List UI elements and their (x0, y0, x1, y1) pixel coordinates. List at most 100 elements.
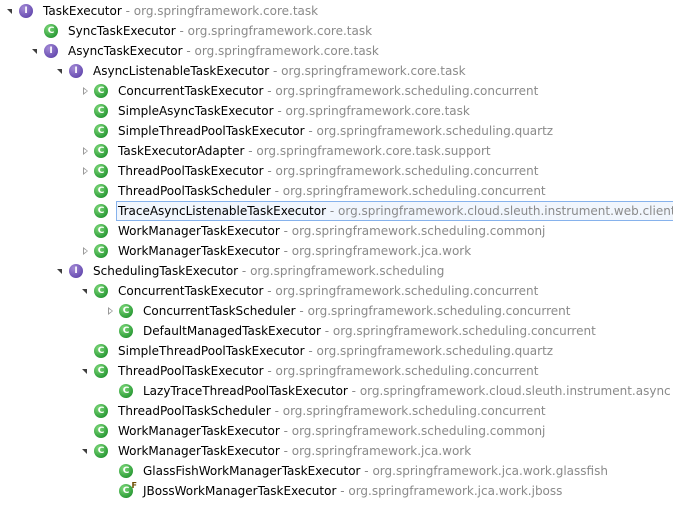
type-name: ThreadPoolTaskScheduler (118, 404, 271, 418)
tree-item-label[interactable]: SyncTaskExecutor - org.springframework.c… (66, 22, 374, 40)
tree-item-label[interactable]: TaskExecutor - org.springframework.core.… (41, 2, 320, 20)
tree-item-label[interactable]: SimpleThreadPoolTaskExecutor - org.sprin… (116, 122, 555, 140)
tree-item-label[interactable]: SimpleThreadPoolTaskExecutor - org.sprin… (116, 342, 555, 360)
package-name: org.springframework.scheduling (250, 264, 445, 278)
tree-row[interactable]: C TraceAsyncListenableTaskExecutor - org.… (0, 201, 673, 221)
class-icon: C (94, 124, 108, 138)
tree-row[interactable]: I SchedulingTaskExecutor - org.springfram… (0, 261, 673, 281)
interface-icon: I (19, 4, 33, 18)
tree-row[interactable]: I AsyncListenableTaskExecutor - org.sprin… (0, 61, 673, 81)
tree-item-label[interactable]: ConcurrentTaskExecutor - org.springframe… (116, 282, 540, 300)
package-name: org.springframework.jca.work.glassfish (372, 464, 608, 478)
collapsed-arrow-icon[interactable] (105, 301, 115, 321)
package-name: org.springframework.scheduling.quartz (316, 124, 554, 138)
tree-row[interactable]: C SimpleThreadPoolTaskExecutor - org.spri… (0, 341, 673, 361)
tree-item-label[interactable]: WorkManagerTaskExecutor - org.springfram… (116, 442, 473, 460)
type-hierarchy-tree: I TaskExecutor - org.springframework.core… (0, 0, 673, 505)
type-name: ThreadPoolTaskExecutor (118, 364, 264, 378)
tree-row[interactable]: C SimpleAsyncTaskExecutor - org.springfra… (0, 101, 673, 121)
name-package-separator: - (279, 444, 292, 458)
tree-item-label[interactable]: SchedulingTaskExecutor - org.springframe… (91, 262, 446, 280)
expanded-arrow-icon[interactable] (30, 41, 40, 61)
type-name: SimpleAsyncTaskExecutor (118, 104, 274, 118)
type-name: DefaultManagedTaskExecutor (143, 324, 321, 338)
tree-row[interactable]: I AsyncTaskExecutor - org.springframework… (0, 41, 673, 61)
tree-row[interactable]: C WorkManagerTaskExecutor - org.springfra… (0, 221, 673, 241)
tree-item-label[interactable]: ConcurrentTaskScheduler - org.springfram… (141, 302, 572, 320)
class-icon: C (94, 444, 108, 458)
class-icon: C (119, 324, 133, 338)
expanded-arrow-icon[interactable] (80, 361, 90, 381)
tree-item-label[interactable]: WorkManagerTaskExecutor - org.springfram… (116, 242, 473, 260)
expanded-arrow-icon[interactable] (5, 1, 15, 21)
package-name: org.springframework.scheduling.concurren… (275, 164, 539, 178)
package-name: org.springframework.core.task (285, 104, 470, 118)
collapsed-arrow-icon[interactable] (80, 241, 90, 261)
class-icon: C (94, 344, 108, 358)
tree-item-label[interactable]: ThreadPoolTaskScheduler - org.springfram… (116, 402, 548, 420)
tree-row[interactable]: C SimpleThreadPoolTaskExecutor - org.spri… (0, 121, 673, 141)
name-package-separator: - (175, 24, 188, 38)
type-name: SchedulingTaskExecutor (93, 264, 239, 278)
tree-row[interactable]: C DefaultManagedTaskExecutor - org.spring… (0, 321, 673, 341)
tree-item-label[interactable]: ThreadPoolTaskExecutor - org.springframe… (116, 162, 540, 180)
name-package-separator: - (295, 304, 308, 318)
tree-item-label[interactable]: GlassFishWorkManagerTaskExecutor - org.s… (141, 462, 610, 480)
class-icon: C (94, 224, 108, 238)
tree-item-label[interactable]: TaskExecutorAdapter - org.springframewor… (116, 142, 493, 160)
tree-row[interactable]: C LazyTraceThreadPoolTaskExecutor - org.s… (0, 381, 673, 401)
tree-row[interactable]: C ThreadPoolTaskScheduler - org.springfra… (0, 401, 673, 421)
expanded-arrow-icon[interactable] (80, 281, 90, 301)
name-package-separator: - (270, 184, 283, 198)
tree-item-label[interactable]: WorkManagerTaskExecutor - org.springfram… (116, 222, 547, 240)
tree-row[interactable]: C ConcurrentTaskExecutor - org.springfram… (0, 281, 673, 301)
tree-item-label[interactable]: JBossWorkManagerTaskExecutor - org.sprin… (141, 482, 564, 500)
package-name: org.springframework.core.task.support (256, 144, 491, 158)
collapsed-arrow-icon[interactable] (80, 81, 90, 101)
name-package-separator: - (347, 384, 360, 398)
name-package-separator: - (360, 464, 373, 478)
tree-row[interactable]: C ThreadPoolTaskExecutor - org.springfram… (0, 361, 673, 381)
name-package-separator: - (279, 244, 292, 258)
expanded-arrow-icon[interactable] (80, 441, 90, 461)
tree-row[interactable]: C WorkManagerTaskExecutor - org.springfra… (0, 241, 673, 261)
package-name: org.springframework.jca.work (291, 244, 472, 258)
collapsed-arrow-icon[interactable] (80, 141, 90, 161)
class-icon: C (94, 164, 108, 178)
collapsed-arrow-icon[interactable] (80, 161, 90, 181)
type-name: TaskExecutorAdapter (118, 144, 245, 158)
tree-item-label[interactable]: DefaultManagedTaskExecutor - org.springf… (141, 322, 598, 340)
tree-row[interactable]: C SyncTaskExecutor - org.springframework.… (0, 21, 673, 41)
tree-row[interactable]: C WorkManagerTaskExecutor - org.springfra… (0, 441, 673, 461)
tree-item-label[interactable]: ThreadPoolTaskExecutor - org.springframe… (116, 362, 540, 380)
tree-row[interactable]: C WorkManagerTaskExecutor - org.springfra… (0, 421, 673, 441)
tree-item-label[interactable]: WorkManagerTaskExecutor - org.springfram… (116, 422, 547, 440)
tree-item-label[interactable]: LazyTraceThreadPoolTaskExecutor - org.sp… (141, 382, 673, 400)
expanded-arrow-icon[interactable] (55, 261, 65, 281)
package-name: org.springframework.core.task (187, 24, 373, 38)
tree-item-label[interactable]: SimpleAsyncTaskExecutor - org.springfram… (116, 102, 472, 120)
class-icon: C (94, 284, 108, 298)
tree-row[interactable]: C ThreadPoolTaskScheduler - org.springfra… (0, 181, 673, 201)
tree-item-label[interactable]: ThreadPoolTaskScheduler - org.springfram… (116, 182, 548, 200)
tree-row[interactable]: C F JBossWorkManagerTaskExecutor - org.spr… (0, 481, 673, 501)
name-package-separator: - (263, 364, 276, 378)
tree-row[interactable]: C GlassFishWorkManagerTaskExecutor - org.… (0, 461, 673, 481)
tree-row[interactable]: C ThreadPoolTaskExecutor - org.springfram… (0, 161, 673, 181)
selected-tree-item-label[interactable]: TraceAsyncListenableTaskExecutor - org.s… (116, 201, 673, 221)
tree-item-label[interactable]: ConcurrentTaskExecutor - org.springframe… (116, 82, 540, 100)
tree-row[interactable]: C ConcurrentTaskScheduler - org.springfra… (0, 301, 673, 321)
type-name: WorkManagerTaskExecutor (118, 224, 280, 238)
tree-row[interactable]: I TaskExecutor - org.springframework.core… (0, 1, 673, 21)
tree-row[interactable]: C ConcurrentTaskExecutor - org.springfram… (0, 81, 673, 101)
package-name: org.springframework.core.task (194, 44, 379, 58)
type-name: AsyncTaskExecutor (68, 44, 183, 58)
tree-item-label[interactable]: AsyncListenableTaskExecutor - org.spring… (91, 62, 468, 80)
tree-item-label[interactable]: AsyncTaskExecutor - org.springframework.… (66, 42, 381, 60)
type-name: SimpleThreadPoolTaskExecutor (118, 124, 305, 138)
type-name: WorkManagerTaskExecutor (118, 244, 280, 258)
class-icon: CF (119, 482, 137, 498)
package-name: org.springframework.scheduling.concurren… (307, 304, 571, 318)
tree-row[interactable]: C TaskExecutorAdapter - org.springframewo… (0, 141, 673, 161)
expanded-arrow-icon[interactable] (55, 61, 65, 81)
